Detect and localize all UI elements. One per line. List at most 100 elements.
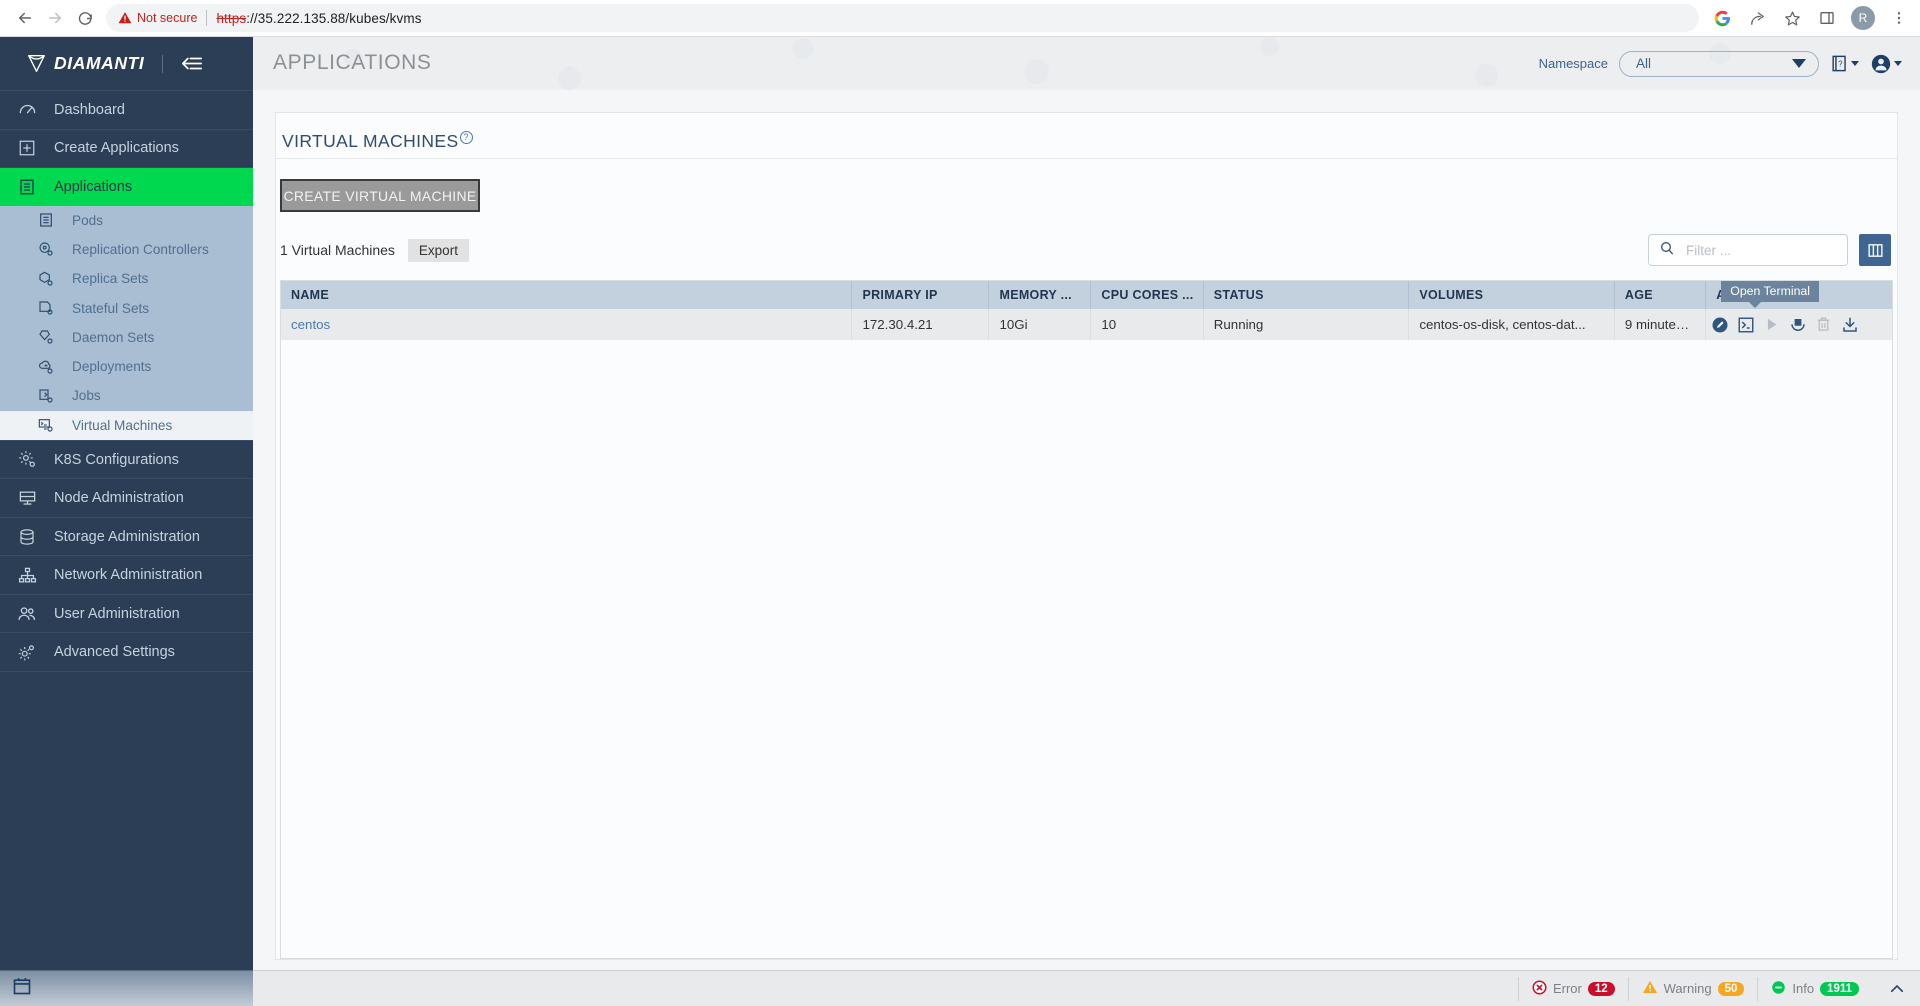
column-header-memory[interactable]: MEMORY ... xyxy=(988,281,1092,309)
gauge-icon xyxy=(16,100,38,119)
brand-divider xyxy=(162,54,164,73)
table-row[interactable]: centos 172.30.4.21 10Gi 10 Running cento… xyxy=(281,309,1892,340)
cell-memory: 10Gi xyxy=(988,309,1092,340)
table-header-row: NAME PRIMARY IP MEMORY ... CPU CORES ...… xyxy=(281,281,1892,309)
help-book-icon: ? xyxy=(1832,55,1846,72)
status-info-count: 1911 xyxy=(1820,981,1859,996)
url-text: https://35.222.135.88/kubes/kvms xyxy=(216,11,421,26)
sidebar-item-deployments[interactable]: Deployments xyxy=(0,351,253,382)
collapse-sidebar-button[interactable] xyxy=(182,56,203,71)
brand-logo: DIAMANTI xyxy=(26,53,144,74)
sidebar-item-storage-administration[interactable]: Storage Administration xyxy=(0,516,253,556)
virtual-machines-table-wrap: NAME PRIMARY IP MEMORY ... CPU CORES ...… xyxy=(280,280,1893,959)
error-icon xyxy=(1532,980,1547,998)
not-secure-label: Not secure xyxy=(137,11,198,25)
stop-icon[interactable] xyxy=(1788,315,1807,334)
create-virtual-machine-button[interactable]: CREATE VIRTUAL MACHINE xyxy=(280,179,480,212)
warning-icon xyxy=(1642,979,1658,998)
sidebar-item-replica-sets[interactable]: Replica Sets xyxy=(0,264,253,294)
sidebar-item-jobs[interactable]: Jobs xyxy=(0,381,253,411)
address-bar[interactable]: Not secure https://35.222.135.88/kubes/k… xyxy=(106,4,1699,32)
sidebar-item-applications[interactable]: Applications xyxy=(0,167,253,206)
stateful-sets-icon xyxy=(36,300,56,316)
download-icon[interactable] xyxy=(1840,315,1859,334)
status-warning-count: 50 xyxy=(1717,981,1745,996)
vm-name-link[interactable]: centos xyxy=(291,317,330,332)
sidebar-item-advanced-settings[interactable]: Advanced Settings xyxy=(0,632,253,671)
column-header-name[interactable]: NAME xyxy=(281,281,853,309)
app-viewport: DIAMANTI Dashboard Create Applications A… xyxy=(0,37,1920,1006)
sidebar-item-dashboard[interactable]: Dashboard xyxy=(0,90,253,129)
column-header-primary-ip[interactable]: PRIMARY IP xyxy=(851,281,990,309)
profile-avatar[interactable]: R xyxy=(1851,6,1875,30)
edit-icon[interactable] xyxy=(1710,315,1729,334)
column-header-status[interactable]: STATUS xyxy=(1203,281,1410,309)
status-error-count: 12 xyxy=(1587,981,1615,996)
cell-name: centos xyxy=(281,309,853,340)
columns-icon xyxy=(1867,243,1883,257)
sidebar-item-virtual-machines[interactable]: Virtual Machines xyxy=(0,410,253,440)
status-warning[interactable]: Warning 50 xyxy=(1627,976,1758,1001)
sidebar-item-node-administration[interactable]: Node Administration xyxy=(0,478,253,517)
sidebar-item-create-applications[interactable]: Create Applications xyxy=(0,128,253,168)
question-mark-icon[interactable]: ? xyxy=(459,131,473,145)
sidebar-item-pods[interactable]: Pods xyxy=(0,205,253,235)
sidebar-item-stateful-sets[interactable]: Stateful Sets xyxy=(0,293,253,323)
plus-square-icon xyxy=(16,139,38,157)
export-button[interactable]: Export xyxy=(407,238,469,262)
card-header: VIRTUAL MACHINES? xyxy=(276,113,1897,159)
back-button[interactable] xyxy=(10,3,40,33)
sidebar-item-label: Create Applications xyxy=(54,140,179,157)
sidebar-subitem-label: Pods xyxy=(72,212,103,228)
column-header-volumes[interactable]: VOLUMES xyxy=(1408,281,1615,309)
table-filter-group xyxy=(1648,234,1891,266)
help-menu-button[interactable]: ? xyxy=(1830,54,1859,73)
forward-button[interactable] xyxy=(40,3,70,33)
chevron-down-icon xyxy=(1851,61,1859,66)
google-icon[interactable] xyxy=(1711,7,1733,29)
omnibox-divider xyxy=(206,10,208,26)
table-header: NAME PRIMARY IP MEMORY ... CPU CORES ...… xyxy=(281,281,1892,309)
card-title-text: VIRTUAL MACHINES xyxy=(282,131,459,151)
sidebar-item-user-administration[interactable]: User Administration xyxy=(0,593,253,633)
sidebar-item-k8s-configurations[interactable]: K8S Configurations xyxy=(0,439,253,479)
cell-status: Running xyxy=(1203,309,1410,340)
sidebar-subitem-label: Virtual Machines xyxy=(72,417,173,433)
column-header-cpu-cores[interactable]: CPU CORES ... xyxy=(1090,281,1204,309)
status-error[interactable]: Error 12 xyxy=(1517,976,1628,1001)
namespace-label: Namespace xyxy=(1538,56,1608,71)
sidebar-item-label: Applications xyxy=(54,178,133,195)
cell-age: 9 minutes ago xyxy=(1614,309,1707,340)
share-icon[interactable] xyxy=(1746,7,1768,29)
browser-toolbar: Not secure https://35.222.135.88/kubes/k… xyxy=(0,0,1920,37)
status-info-label: Info xyxy=(1792,981,1815,996)
status-info[interactable]: Info 1911 xyxy=(1757,976,1872,1001)
namespace-select[interactable]: All xyxy=(1619,50,1819,77)
user-menu-button[interactable] xyxy=(1870,53,1902,75)
gear-config-icon xyxy=(16,450,38,469)
delete-icon xyxy=(1814,315,1833,334)
namespace-selected-value: All xyxy=(1636,56,1652,71)
sidebar-item-daemon-sets[interactable]: Daemon Sets xyxy=(0,322,253,352)
sidebar-spacer xyxy=(0,670,253,970)
database-icon xyxy=(16,528,38,546)
column-header-age[interactable]: AGE xyxy=(1614,281,1707,309)
side-panel-icon[interactable] xyxy=(1816,7,1838,29)
star-icon[interactable] xyxy=(1781,7,1803,29)
security-indicator[interactable]: Not secure xyxy=(118,11,197,25)
filter-box[interactable] xyxy=(1648,234,1848,266)
kebab-menu-icon[interactable] xyxy=(1888,7,1910,29)
user-avatar-icon xyxy=(1871,54,1891,73)
filter-input[interactable] xyxy=(1686,242,1837,258)
card-body: CREATE VIRTUAL MACHINE 1 Virtual Machine… xyxy=(276,159,1897,959)
terminal-icon[interactable] xyxy=(1736,315,1755,334)
calendar-icon[interactable] xyxy=(12,976,32,1001)
sidebar-item-replication-controllers[interactable]: Replication Controllers xyxy=(0,234,253,265)
status-bar-collapse-button[interactable] xyxy=(1872,980,1906,998)
sidebar-item-network-administration[interactable]: Network Administration xyxy=(0,555,253,594)
column-chooser-button[interactable] xyxy=(1859,234,1891,266)
info-icon xyxy=(1771,980,1786,998)
sidebar-item-label: User Administration xyxy=(54,605,180,622)
reload-button[interactable] xyxy=(70,3,100,33)
cell-primary-ip: 172.30.4.21 xyxy=(851,309,990,340)
